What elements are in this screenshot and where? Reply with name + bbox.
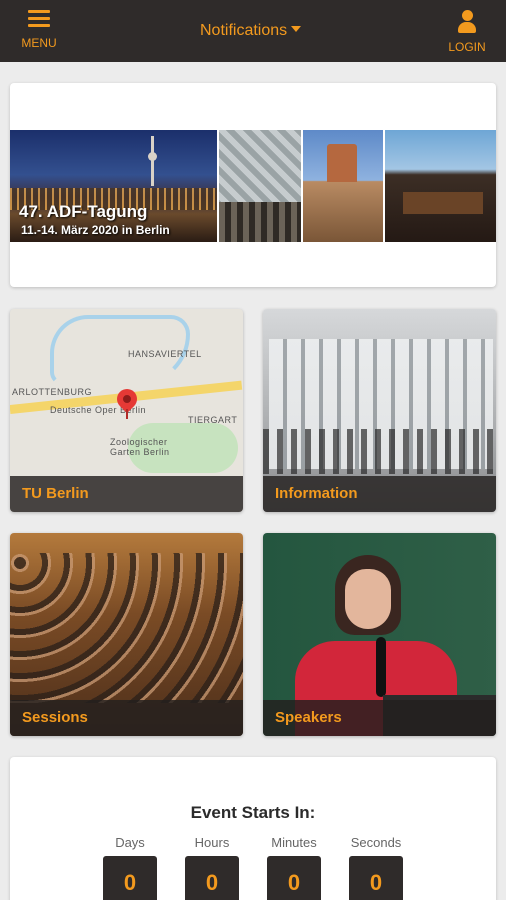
tile-label-speakers: Speakers [275, 709, 342, 726]
event-dates: 11.-14. März 2020 in Berlin [21, 223, 170, 237]
berlin-skyline-photo: 47. ADF-Tagung 11.-14. März 2020 in Berl… [10, 130, 217, 242]
tile-tu-berlin[interactable]: HANSAVIERTEL ARLOTTENBURG Deutsche Oper … [10, 309, 243, 512]
app-header: MENU Notifications LOGIN [0, 0, 506, 62]
countdown-label: Hours [194, 835, 230, 850]
countdown-value: 0 [349, 856, 403, 900]
notifications-label: Notifications [200, 22, 288, 39]
terrace-photo [303, 130, 383, 242]
tile-label-information: Information [275, 485, 358, 502]
pin-stem [126, 409, 128, 419]
tv-tower-shape [148, 136, 157, 186]
microphone-icon [376, 637, 386, 697]
tile-label-bar: TU Berlin [10, 476, 243, 512]
countdown-value: 0 [185, 856, 239, 900]
menu-button[interactable]: MENU [18, 8, 60, 50]
crowd-shape [263, 429, 496, 474]
event-banner-card: 47. ADF-Tagung 11.-14. März 2020 in Berl… [10, 83, 496, 287]
countdown-card: Event Starts In: Days 0 Hours 0 Minutes … [10, 757, 496, 900]
event-title: 47. ADF-Tagung [19, 202, 148, 221]
countdown-hours: Hours 0 [182, 835, 242, 900]
countdown-minutes: Minutes 0 [264, 835, 324, 900]
login-label: LOGIN [448, 40, 486, 54]
countdown-value: 0 [267, 856, 321, 900]
menu-label: MENU [21, 36, 57, 50]
hamburger-icon [28, 10, 50, 28]
login-button[interactable]: LOGIN [444, 6, 490, 54]
map-label-tiergarten: TIERGART [188, 415, 238, 425]
tile-speakers[interactable]: Speakers [263, 533, 496, 736]
countdown-seconds: Seconds 0 [346, 835, 406, 900]
countdown-days: Days 0 [100, 835, 160, 900]
countdown-label: Days [115, 835, 145, 850]
caret-down-icon [291, 26, 302, 32]
tile-label-bar: Information [263, 476, 496, 512]
speaker-face-shape [345, 569, 391, 629]
tile-label-bar: Sessions [10, 700, 243, 736]
tile-sessions[interactable]: Sessions [10, 533, 243, 736]
lounge-photo [385, 130, 496, 242]
tile-label-tu-berlin: TU Berlin [22, 485, 89, 502]
countdown-label: Minutes [271, 835, 317, 850]
atrium-photo [219, 130, 301, 242]
tile-label-bar: Speakers [263, 700, 496, 736]
notifications-dropdown[interactable]: Notifications [200, 22, 302, 40]
countdown-title: Event Starts In: [190, 803, 316, 822]
map-label-zoo: Zoologischer Garten Berlin [110, 437, 170, 457]
map-label-hansaviertel: HANSAVIERTEL [128, 349, 202, 359]
tile-label-sessions: Sessions [22, 709, 88, 726]
event-banner[interactable]: 47. ADF-Tagung 11.-14. März 2020 in Berl… [10, 130, 496, 242]
map-label-charlottenburg: ARLOTTENBURG [12, 387, 93, 397]
tile-information[interactable]: Information [263, 309, 496, 512]
countdown-label: Seconds [350, 835, 402, 850]
audience-shape [10, 553, 243, 703]
user-icon [457, 10, 477, 34]
countdown-value: 0 [103, 856, 157, 900]
